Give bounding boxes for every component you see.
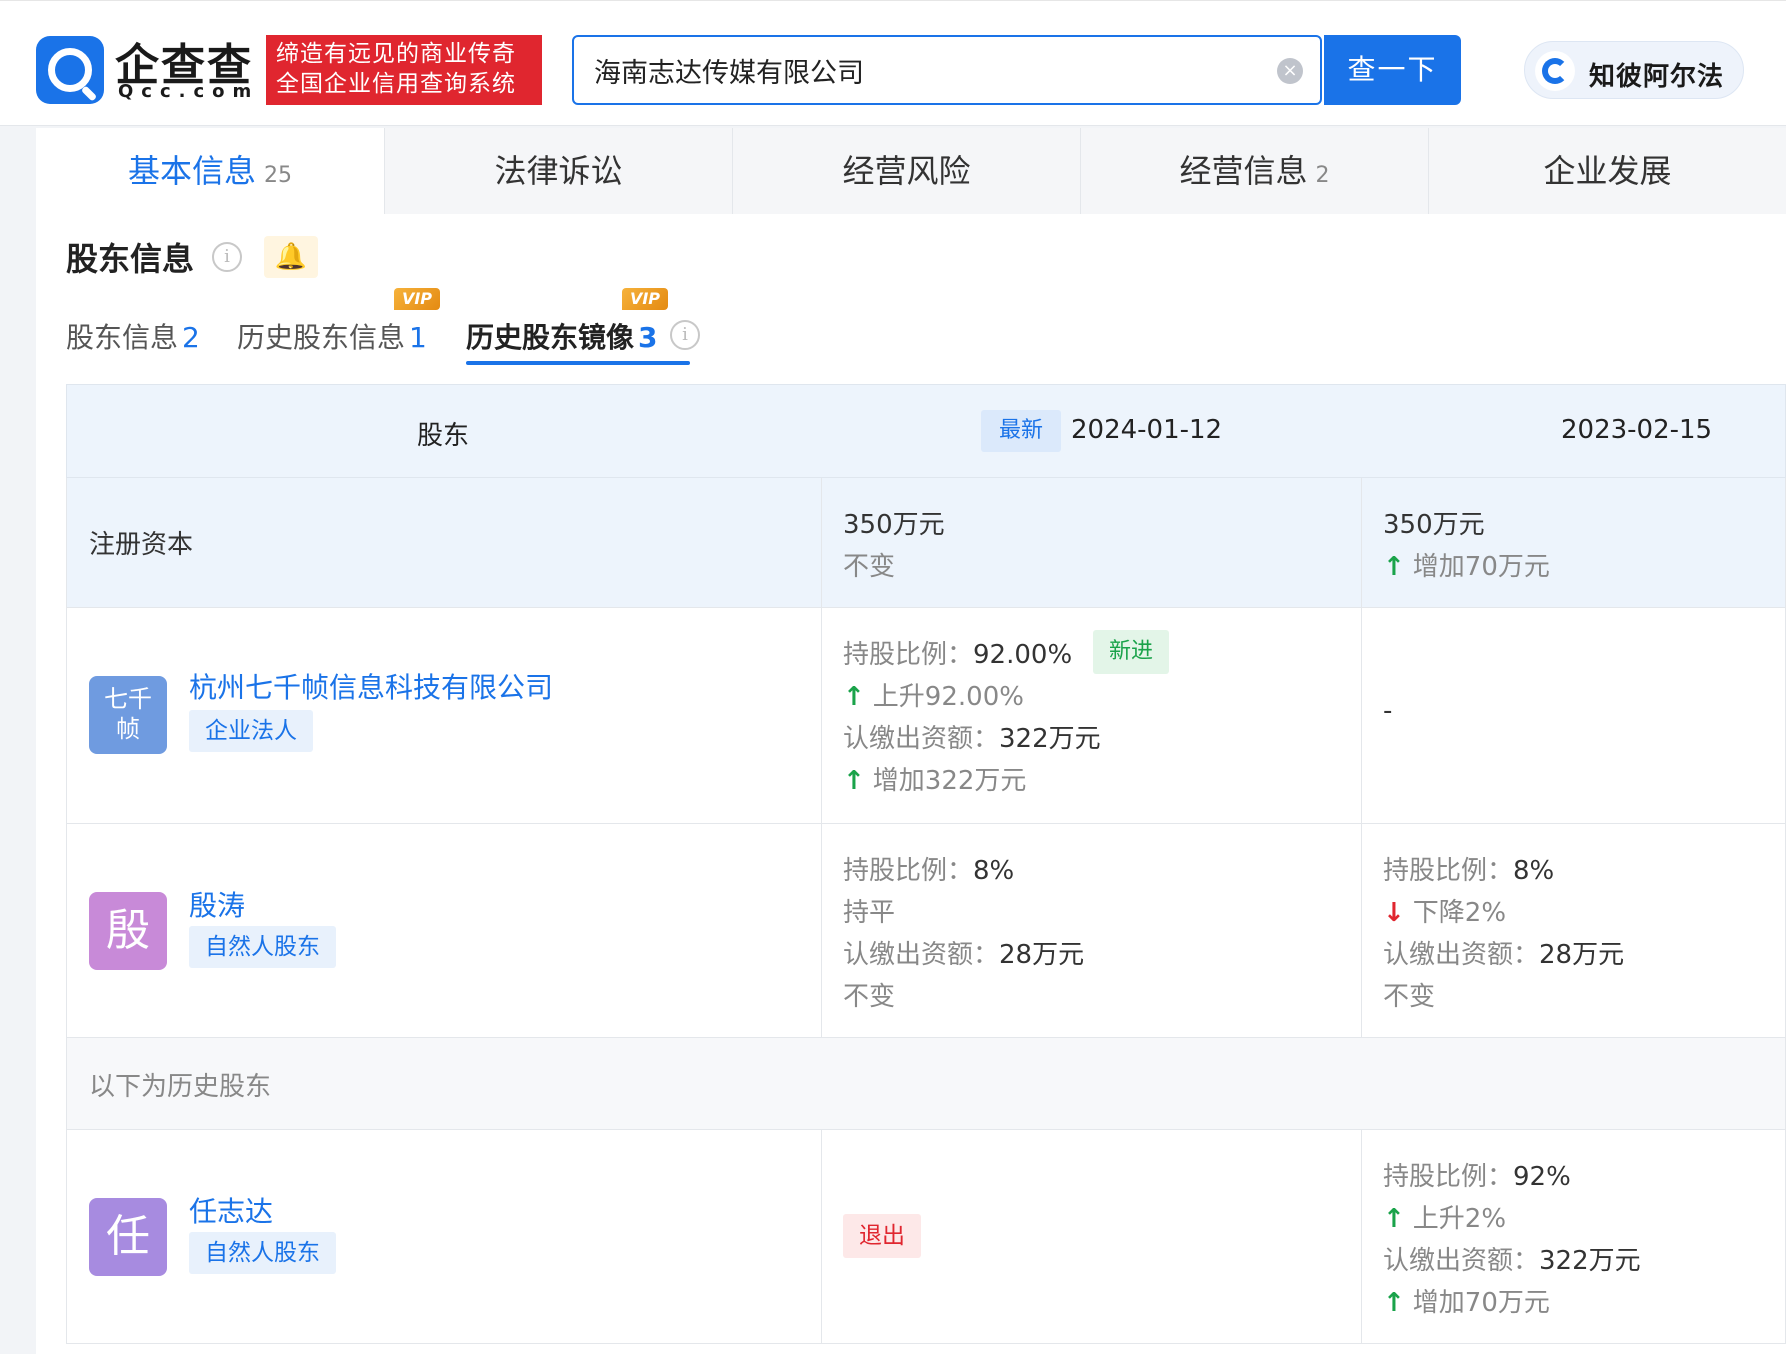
info-icon[interactable]: i (670, 320, 700, 350)
amount-change: 不变 (1383, 982, 1436, 1012)
subtab-label: 股东信息 (66, 321, 179, 354)
tab-label: 基本信息 (127, 152, 256, 190)
shareholder-type-tag: 自然人股东 (189, 1232, 336, 1274)
clear-icon[interactable]: × (1277, 58, 1303, 84)
table-row: 七千帧 杭州七千帧信息科技有限公司 企业法人 持股比例：92.00% 新进 ↑ 上… (66, 608, 1786, 824)
arrow-up-icon: ↑ (843, 682, 865, 712)
amount-change: ↑ 增加322万元 (843, 766, 1027, 796)
prev-empty: - (1383, 696, 1393, 726)
history-label: 以下为历史股东 (89, 1072, 272, 1102)
tab-development[interactable]: 企业发展 (1428, 128, 1786, 214)
subtab-history-shareholders[interactable]: 历史股东信息 1 (237, 316, 427, 356)
table-row-capital: 注册资本 350万元 不变 350万元 ↑ 增加70万元 (66, 478, 1786, 608)
subtab-shareholders[interactable]: 股东信息 2 (66, 316, 200, 356)
tab-business-risk[interactable]: 经营风险 (732, 128, 1080, 214)
capital-label: 注册资本 (89, 530, 194, 560)
capital-prev-change: ↑ 增加70万元 (1383, 552, 1550, 582)
section-title: 股东信息 (66, 240, 195, 278)
avatar: 任 (89, 1198, 167, 1276)
tab-count: 25 (264, 163, 292, 188)
tab-label: 经营风险 (842, 152, 971, 190)
info-icon[interactable]: i (212, 242, 242, 272)
shareholder-name-link[interactable]: 任志达 (189, 1190, 273, 1230)
new-entry-badge: 新进 (1093, 630, 1170, 674)
latest-tag: 最新 (981, 410, 1061, 452)
tab-count: 2 (1315, 163, 1330, 188)
tab-legal[interactable]: 法律诉讼 (384, 128, 732, 214)
subtab-count: 2 (182, 321, 200, 354)
avatar: 殷 (89, 892, 167, 970)
capital-prev-value: 350万元 (1383, 510, 1485, 540)
subtab-count: 1 (409, 321, 427, 354)
shareholder-type-tag: 企业法人 (189, 710, 313, 752)
slogan-line-2: 全国企业信用查询系统 (276, 71, 516, 97)
amount-line: 认缴出资额：322万元 (843, 724, 1101, 754)
shareholder-name-link[interactable]: 杭州七千帧信息科技有限公司 (189, 666, 553, 706)
slogan-banner: 缔造有远见的商业传奇 全国企业信用查询系统 (266, 35, 542, 105)
search-box: × 查一下 (572, 35, 1461, 105)
partner-label: 知彼阿尔法 (1589, 62, 1725, 92)
subtab-label: 历史股东信息 (237, 321, 406, 354)
header-date-prev: 2023-02-15 (1561, 415, 1713, 445)
arrow-up-icon: ↑ (843, 766, 865, 796)
ratio-line: 持股比例：92% (1383, 1162, 1571, 1192)
shareholder-mirror-table: 股东 最新 2024-01-12 2023-02-15 注册资本 350万元 不… (66, 384, 1786, 1354)
ratio-change: ↓ 下降2% (1383, 898, 1507, 928)
main-panel: 基本信息 25 法律诉讼 经营风险 经营信息 2 企业发展 股东信息 i 🔔 股东信… (36, 128, 1786, 1354)
table-row: 任 任志达 自然人股东 退出 持股比例：92% ↑ 上升2% 认缴出资额：322万… (66, 1130, 1786, 1344)
exit-badge: 退出 (843, 1214, 921, 1258)
amount-line: 认缴出资额：322万元 (1383, 1246, 1641, 1276)
amount-change: 不变 (843, 982, 896, 1012)
history-divider-row: 以下为历史股东 (66, 1038, 1786, 1130)
arrow-down-icon: ↓ (1383, 898, 1405, 928)
shareholder-name-link[interactable]: 殷涛 (189, 884, 245, 924)
partner-button[interactable]: 知彼阿尔法 (1524, 41, 1744, 99)
partner-logo-icon (1535, 51, 1575, 91)
tab-label: 经营信息 (1179, 152, 1308, 190)
amount-line: 认缴出资额：28万元 (843, 940, 1085, 970)
ratio-change: ↑ 上升92.00% (843, 682, 1024, 712)
tab-label: 法律诉讼 (494, 152, 623, 190)
vip-badge: VIP (394, 288, 440, 310)
search-button[interactable]: 查一下 (1324, 35, 1461, 105)
subtab-count: 3 (638, 321, 658, 354)
header-date-latest: 2024-01-12 (1071, 415, 1223, 445)
capital-latest-change: 不变 (843, 552, 896, 582)
ratio-line: 持股比例：8% (843, 856, 1015, 886)
shareholder-type-tag: 自然人股东 (189, 926, 336, 968)
ratio-change: 持平 (843, 898, 896, 928)
table-row: 殷 殷涛 自然人股东 持股比例：8% 持平 认缴出资额：28万元 不变 持股比例… (66, 824, 1786, 1038)
amount-change: ↑ 增加70万元 (1383, 1288, 1550, 1318)
ratio-line: 持股比例：8% (1383, 856, 1555, 886)
subtab-label: 历史股东镜像 (466, 321, 635, 354)
main-tabs: 基本信息 25 法律诉讼 经营风险 经营信息 2 企业发展 (36, 128, 1786, 214)
avatar: 七千帧 (89, 676, 167, 754)
tab-basic-info[interactable]: 基本信息 25 (36, 128, 384, 214)
bell-icon[interactable]: 🔔 (264, 236, 318, 278)
capital-latest-value: 350万元 (843, 510, 945, 540)
active-subtab-indicator (466, 361, 690, 365)
tab-label: 企业发展 (1543, 152, 1672, 190)
top-header: 企查查 Qcc.com 缔造有远见的商业传奇 全国企业信用查询系统 × 查一下 … (0, 0, 1786, 126)
arrow-up-icon: ↑ (1383, 1288, 1405, 1318)
tab-business-info[interactable]: 经营信息 2 (1080, 128, 1428, 214)
arrow-up-icon: ↑ (1383, 1204, 1405, 1234)
logo-domain: Qcc.com (118, 81, 260, 102)
ratio-line: 持股比例：92.00% (843, 640, 1073, 670)
slogan-line-1: 缔造有远见的商业传奇 (276, 41, 516, 67)
search-input[interactable] (594, 37, 1234, 103)
ratio-change: ↑ 上升2% (1383, 1204, 1507, 1234)
arrow-up-icon: ↑ (1383, 552, 1405, 582)
table-header: 股东 最新 2024-01-12 2023-02-15 (66, 384, 1786, 478)
subtab-history-mirror[interactable]: 历史股东镜像 3 (466, 316, 658, 356)
vip-badge: VIP (622, 288, 668, 310)
header-shareholder: 股东 (417, 421, 470, 451)
amount-line: 认缴出资额：28万元 (1383, 940, 1625, 970)
qcc-logo-icon[interactable] (36, 36, 104, 104)
